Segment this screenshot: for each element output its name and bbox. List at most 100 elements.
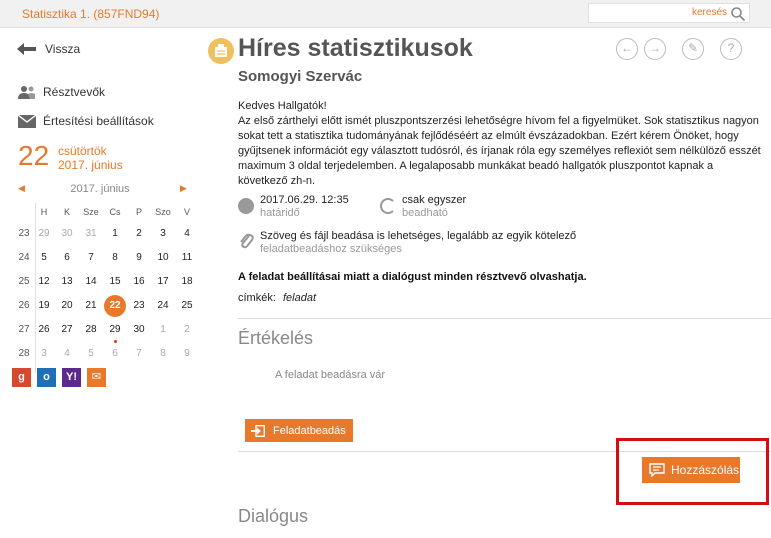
calendar-day[interactable]: 18	[176, 271, 198, 293]
search-placeholder: keresés	[691, 7, 727, 18]
page-title: Híres statisztikusok	[238, 34, 473, 62]
calendar-day-number: 5	[41, 252, 47, 263]
calendar-week-number: 24	[18, 252, 30, 263]
calendar-day-number: 4	[64, 348, 70, 359]
calendar-day-number: 13	[61, 276, 73, 287]
calendar-day[interactable]: 30	[56, 223, 78, 245]
calendar-day-number: 14	[85, 276, 97, 287]
visibility-notice: A feladat beállításai miatt a dialógust …	[238, 271, 587, 283]
calendar-day[interactable]: 16	[128, 271, 150, 293]
calendar-day[interactable]: 25	[176, 295, 198, 317]
calendar-day-number: 25	[181, 300, 193, 311]
calendar-day[interactable]: 9	[176, 343, 198, 365]
calendar-day[interactable]: 13	[56, 271, 78, 293]
notification-settings-link[interactable]: Értesítési beállítások	[18, 114, 154, 128]
calendar-day[interactable]: 2	[128, 223, 150, 245]
calendar-day[interactable]: 4	[56, 343, 78, 365]
calendar-day[interactable]: 14	[80, 271, 102, 293]
ical-icon[interactable]: ✉	[87, 368, 106, 387]
outlook-icon[interactable]: o	[37, 368, 56, 387]
calendar-day[interactable]: 8	[152, 343, 174, 365]
comment-button[interactable]: Hozzászólás	[642, 457, 740, 483]
calendar-week-number: 27	[18, 324, 30, 335]
calendar-day[interactable]: 7	[128, 343, 150, 365]
calendar-day[interactable]: 17	[152, 271, 174, 293]
author-name[interactable]: Somogyi Szervác	[238, 68, 362, 85]
calendar-day[interactable]: 30	[128, 319, 150, 341]
envelope-icon	[18, 114, 36, 128]
edit-icon[interactable]: ✎	[682, 38, 704, 60]
submit-times-label: beadható	[402, 207, 448, 219]
search-icon[interactable]	[730, 6, 746, 22]
calendar-day-number: 27	[61, 324, 73, 335]
calendar-day-number: 29	[38, 228, 50, 239]
calendar-day[interactable]: 11	[176, 247, 198, 269]
calendar-day-number: 3	[160, 228, 166, 239]
search-input[interactable]: keresés	[588, 3, 750, 23]
calendar-day[interactable]: 7	[80, 247, 102, 269]
calendar-day[interactable]: 10	[152, 247, 174, 269]
calendar-day[interactable]: 6	[104, 343, 126, 365]
calendar-weekday-header: Sze	[83, 207, 99, 217]
calendar-day[interactable]: 21	[80, 295, 102, 317]
calendar-day[interactable]: 15	[104, 271, 126, 293]
calendar-day[interactable]: 5	[80, 343, 102, 365]
calendar-day[interactable]: 1	[104, 223, 126, 245]
evaluation-title: Értékelés	[238, 328, 314, 348]
calendar-day-number: 17	[157, 276, 169, 287]
greeting: Kedves Hallgatók!	[238, 100, 327, 112]
calendar-day-number: 9	[136, 252, 142, 263]
yahoo-icon[interactable]: Y!	[62, 368, 81, 387]
calendar-day[interactable]: 6	[56, 247, 78, 269]
help-icon[interactable]: ?	[720, 38, 742, 60]
left-sidebar: Vissza Résztvevők Értesítési beállítások…	[0, 28, 232, 538]
calendar-week-number: 26	[18, 300, 30, 311]
tags: címkék: feladat	[238, 292, 316, 304]
calendar-weekday-header: V	[183, 207, 190, 217]
calendar-day[interactable]: 9	[128, 247, 150, 269]
calendar-day[interactable]: 1	[152, 319, 174, 341]
deadline: 2017.06.29. 12:35 határidő	[238, 194, 380, 219]
calendar-day[interactable]: 29	[33, 223, 55, 245]
calendar-day-today[interactable]: 22	[104, 295, 126, 317]
calendar-day[interactable]: 3	[152, 223, 174, 245]
comment-icon	[649, 463, 665, 477]
calendar-day-number: 5	[88, 348, 94, 359]
calendar-day-number: 6	[64, 252, 70, 263]
meta-row-submission: Szöveg és fájl beadása is lehetséges, le…	[238, 230, 576, 255]
participants-label: Résztvevők	[43, 85, 106, 99]
calendar-day[interactable]: 12	[33, 271, 55, 293]
calendar-day[interactable]: 23	[128, 295, 150, 317]
calendar-next-icon[interactable]: ▶	[180, 183, 187, 194]
calendar-day-number: 23	[133, 300, 145, 311]
refresh-icon	[380, 198, 396, 214]
calendar-day[interactable]: 19	[33, 295, 55, 317]
google-calendar-icon[interactable]: g	[12, 368, 31, 387]
calendar-weekday-header: Szo	[155, 207, 171, 217]
calendar-day[interactable]: 31	[80, 223, 102, 245]
calendar-day-number: 15	[109, 276, 121, 287]
calendar-day[interactable]: 3	[33, 343, 55, 365]
next-icon[interactable]: →	[644, 38, 666, 60]
submit-times: csak egyszer beadható	[380, 194, 466, 219]
calendar-day[interactable]: 20	[56, 295, 78, 317]
participants-link[interactable]: Résztvevők	[18, 85, 105, 99]
back-link[interactable]: Vissza	[17, 42, 80, 56]
calendar-day[interactable]: 27	[56, 319, 78, 341]
tag-item[interactable]: feladat	[283, 292, 316, 304]
calendar-day[interactable]: 24	[152, 295, 174, 317]
calendar-day[interactable]: 29	[104, 319, 126, 343]
dialog-title: Dialógus	[238, 506, 309, 526]
submit-assignment-button[interactable]: Feladatbeadás	[245, 419, 353, 442]
calendar-week-row: 25 12 13 14 15 16 17 18	[10, 271, 192, 295]
prev-icon[interactable]: ←	[616, 38, 638, 60]
course-title[interactable]: Statisztika 1. (857FND94)	[22, 7, 159, 21]
calendar-day-number: 11	[181, 252, 193, 263]
calendar-day[interactable]: 26	[33, 319, 55, 341]
calendar-day[interactable]: 5	[33, 247, 55, 269]
calendar-day-number: 30	[61, 228, 73, 239]
calendar-day[interactable]: 28	[80, 319, 102, 341]
calendar-day[interactable]: 2	[176, 319, 198, 341]
calendar-day[interactable]: 8	[104, 247, 126, 269]
calendar-day[interactable]: 4	[176, 223, 198, 245]
